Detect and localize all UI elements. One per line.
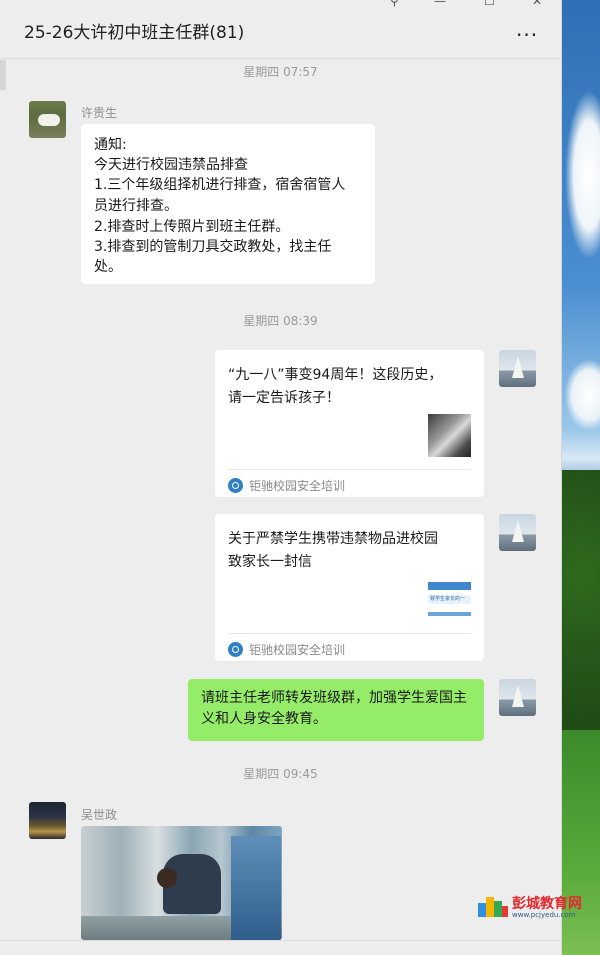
message-line: 2.排查时上传照片到班主任群。 bbox=[94, 219, 290, 235]
my-avatar[interactable] bbox=[499, 514, 536, 551]
pin-icon[interactable]: ⚲ bbox=[390, 0, 399, 8]
wallpaper-cloud bbox=[565, 360, 600, 430]
link-card-title: 关于严禁学生携带违禁物品进校园致家长一封信 bbox=[228, 531, 438, 570]
sender-avatar[interactable] bbox=[29, 802, 66, 839]
sender-name: 许贵生 bbox=[81, 106, 118, 120]
chat-window: ⚲ — ☐ ✕ 25-26大许初中班主任群(81) ... 星期四 07:57 … bbox=[0, 0, 562, 955]
message-line: 员进行排查。 bbox=[94, 198, 178, 214]
book-logo-icon bbox=[478, 895, 508, 917]
timestamp: 星期四 07:57 bbox=[243, 65, 318, 79]
link-card-source: 钜驰校园安全培训 bbox=[228, 641, 345, 658]
chat-title: 25-26大许初中班主任群(81) bbox=[24, 23, 245, 43]
watermark-url: www.pcjyedu.com bbox=[512, 911, 576, 919]
message-line: 3.排查到的管制刀具交政教处，找主任 bbox=[94, 239, 332, 255]
wallpaper-trees bbox=[562, 470, 600, 730]
timestamp: 星期四 09:45 bbox=[243, 767, 318, 781]
my-avatar[interactable] bbox=[499, 350, 536, 387]
my-avatar[interactable] bbox=[499, 679, 536, 716]
close-button[interactable]: ✕ bbox=[532, 0, 542, 8]
maximize-button[interactable]: ☐ bbox=[484, 0, 495, 8]
photo-bag bbox=[231, 836, 281, 940]
source-logo-icon bbox=[228, 478, 243, 493]
dormitory-inspection-photo[interactable] bbox=[81, 826, 282, 940]
sender-avatar[interactable] bbox=[29, 101, 66, 138]
message-line: 1.三个年级组择机进行排查，宿舍宿管人 bbox=[94, 177, 346, 193]
message-line: 通知: bbox=[94, 137, 127, 153]
card-divider bbox=[228, 469, 471, 470]
thumb-text: 致学生家长的一 bbox=[430, 596, 466, 602]
chat-header: ⚲ — ☐ ✕ 25-26大许初中班主任群(81) ... bbox=[0, 0, 561, 59]
watermark-title: 彭城教育网 bbox=[512, 896, 582, 912]
more-options-button[interactable]: ... bbox=[516, 19, 538, 39]
link-card-source: 钜驰校园安全培训 bbox=[228, 477, 345, 494]
link-card-title: “九一八”事变94周年！这段历史，请一定告诉孩子！ bbox=[228, 367, 443, 406]
source-logo-icon bbox=[228, 642, 243, 657]
source-name: 钜驰校园安全培训 bbox=[249, 643, 346, 657]
site-watermark: 彭城教育网 www.pcjyedu.com bbox=[478, 893, 598, 923]
link-card[interactable]: 关于严禁学生携带违禁物品进校园致家长一封信 致学生家长的一 钜驰校园安全培训 bbox=[215, 514, 484, 661]
message-line: 今天进行校园违禁品排查 bbox=[94, 157, 248, 173]
message-bubble[interactable]: 通知: 今天进行校园违禁品排查 1.三个年级组择机进行排查，宿舍宿管人 员进行排… bbox=[81, 124, 375, 284]
message-line: 处。 bbox=[94, 259, 122, 275]
link-card[interactable]: “九一八”事变94周年！这段历史，请一定告诉孩子！ 钜驰校园安全培训 bbox=[215, 350, 484, 497]
card-divider bbox=[228, 633, 471, 634]
message-bubble[interactable]: 请班主任老师转发班级群，加强学生爱国主义和人身安全教育。 bbox=[188, 679, 484, 741]
thumb-header-bar bbox=[428, 582, 471, 590]
wallpaper-cloud bbox=[565, 90, 600, 260]
document-thumbnail: 致学生家长的一 bbox=[428, 578, 471, 621]
historical-photo-thumbnail bbox=[428, 414, 471, 457]
sender-name: 吴世政 bbox=[81, 808, 118, 822]
source-name: 钜驰校园安全培训 bbox=[249, 479, 346, 493]
photo-person-head bbox=[157, 868, 177, 888]
timestamp: 星期四 08:39 bbox=[243, 314, 318, 328]
minimize-button[interactable]: — bbox=[434, 0, 446, 8]
input-divider bbox=[0, 940, 561, 941]
thumb-footer-bar bbox=[428, 612, 471, 616]
